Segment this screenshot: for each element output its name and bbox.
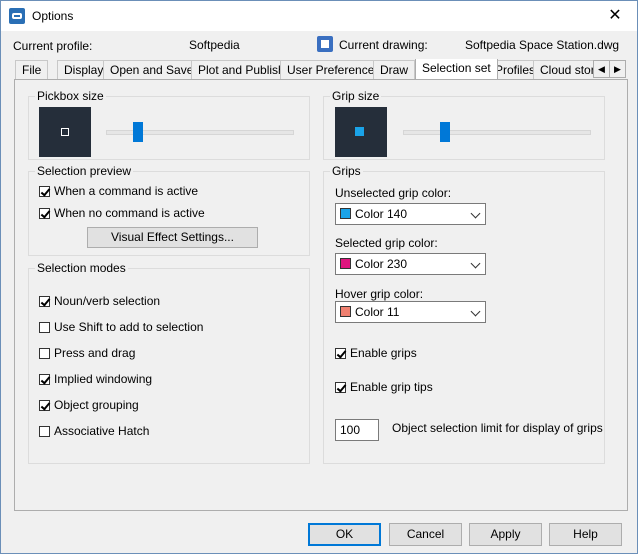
checkbox-label: Enable grip tips — [350, 380, 433, 394]
noun-verb-selection-checkbox[interactable]: Noun/verb selection — [39, 294, 160, 308]
tab-user-preferences[interactable]: User Preferences — [280, 60, 388, 79]
grip-size-group: Grip size — [323, 89, 605, 160]
checkbox-box[interactable] — [335, 381, 346, 393]
help-button[interactable]: Help — [549, 523, 622, 546]
checkbox-box[interactable] — [39, 347, 50, 359]
tab-selection-set[interactable]: Selection set — [415, 59, 498, 79]
checkbox-label: Enable grips — [350, 346, 417, 360]
drawing-file-icon — [317, 36, 333, 52]
select-value: Color 140 — [355, 207, 408, 221]
current-profile-label: Current profile: — [13, 39, 93, 53]
checkbox-box[interactable] — [335, 347, 346, 359]
current-profile-value: Softpedia — [189, 38, 240, 52]
pickbox-preview-square — [61, 128, 69, 136]
options-dialog: Options ✕ Current profile: Softpedia Cur… — [0, 0, 638, 554]
chevron-down-icon — [470, 208, 481, 219]
visual-effect-settings-button[interactable]: Visual Effect Settings... — [87, 227, 258, 248]
cancel-button[interactable]: Cancel — [389, 523, 462, 546]
select-value: Color 230 — [355, 257, 408, 271]
grips-title: Grips — [330, 164, 363, 178]
select-value: Color 11 — [355, 305, 400, 319]
checkbox-label: Implied windowing — [54, 372, 153, 386]
checkbox-label: When a command is active — [54, 184, 199, 198]
selection-modes-title: Selection modes — [35, 261, 128, 275]
tab-file[interactable]: File — [15, 60, 49, 79]
checkbox-label: Associative Hatch — [54, 424, 150, 438]
apply-button[interactable]: Apply — [469, 523, 542, 546]
close-icon[interactable]: ✕ — [593, 1, 637, 31]
current-drawing-label: Current drawing: — [339, 38, 428, 52]
checkbox-label: Press and drag — [54, 346, 136, 360]
color-swatch — [340, 208, 351, 219]
color-swatch — [340, 306, 351, 317]
tab-scroll-left-icon[interactable]: ◀ — [593, 60, 610, 78]
selected-grip-color-label: Selected grip color: — [335, 236, 438, 250]
enable-grip-tips-checkbox[interactable]: Enable grip tips — [335, 380, 433, 394]
object-grouping-checkbox[interactable]: Object grouping — [39, 398, 139, 412]
checkbox-label: Use Shift to add to selection — [54, 320, 204, 334]
checkbox-box[interactable] — [39, 373, 50, 385]
associative-hatch-checkbox[interactable]: Associative Hatch — [39, 424, 149, 438]
checkbox-label: When no command is active — [54, 206, 205, 220]
checkbox-box[interactable] — [39, 207, 50, 219]
tab-open-and-save[interactable]: Open and Save — [103, 60, 201, 79]
checkbox-box[interactable] — [39, 321, 50, 333]
selected-grip-color-select[interactable]: Color 230 — [335, 253, 486, 275]
pickbox-size-group: Pickbox size — [28, 89, 310, 160]
selection-preview-title: Selection preview — [35, 164, 134, 178]
chevron-down-icon — [470, 306, 481, 317]
grip-size-preview — [335, 107, 387, 157]
pickbox-preview — [39, 107, 91, 157]
grips-group: Grips Unselected grip color: Color 140 S… — [323, 164, 605, 464]
checkbox-box[interactable] — [39, 295, 50, 307]
grip-size-title: Grip size — [330, 89, 382, 103]
grip-selection-limit-input[interactable]: 100 — [335, 419, 379, 441]
pickbox-slider-thumb[interactable] — [133, 122, 143, 142]
app-icon — [9, 8, 25, 24]
grip-selection-limit-label: Object selection limit for display of gr… — [392, 421, 603, 435]
checkbox-box[interactable] — [39, 425, 50, 437]
tab-plot-and-publish[interactable]: Plot and Publish — [191, 60, 292, 79]
grip-size-slider-track[interactable] — [403, 130, 591, 135]
tab-draw[interactable]: Draw — [373, 60, 416, 79]
selection-set-page: Pickbox size Grip size Selection preview… — [14, 79, 628, 511]
tab-scroll-right-icon[interactable]: ▶ — [609, 60, 626, 78]
grip-preview-square — [355, 127, 364, 136]
selection-preview-group: Selection preview When a command is acti… — [28, 164, 310, 256]
grip-size-slider-thumb[interactable] — [440, 122, 450, 142]
when-command-active-checkbox[interactable]: When a command is active — [39, 184, 198, 198]
press-and-drag-checkbox[interactable]: Press and drag — [39, 346, 135, 360]
checkbox-label: Noun/verb selection — [54, 294, 161, 308]
chevron-down-icon — [470, 258, 481, 269]
ok-button[interactable]: OK — [308, 523, 381, 546]
color-swatch — [340, 258, 351, 269]
enable-grips-checkbox[interactable]: Enable grips — [335, 346, 417, 360]
title-bar[interactable]: Options ✕ — [1, 1, 637, 31]
current-drawing-value: Softpedia Space Station.dwg — [465, 38, 620, 52]
selection-modes-group: Selection modes Noun/verb selection Use … — [28, 261, 310, 464]
unselected-grip-color-label: Unselected grip color: — [335, 186, 452, 200]
pickbox-size-title: Pickbox size — [35, 89, 106, 103]
tab-cloud-storage[interactable]: Cloud stora — [533, 60, 595, 79]
implied-windowing-checkbox[interactable]: Implied windowing — [39, 372, 152, 386]
checkbox-label: Object grouping — [54, 398, 139, 412]
checkbox-box[interactable] — [39, 399, 50, 411]
hover-grip-color-select[interactable]: Color 11 — [335, 301, 486, 323]
use-shift-checkbox[interactable]: Use Shift to add to selection — [39, 320, 203, 334]
when-no-command-checkbox[interactable]: When no command is active — [39, 206, 205, 220]
tab-strip: File Display Open and Save Plot and Publ… — [15, 59, 595, 79]
hover-grip-color-label: Hover grip color: — [335, 287, 424, 301]
window-title: Options — [32, 9, 74, 23]
unselected-grip-color-select[interactable]: Color 140 — [335, 203, 486, 225]
checkbox-box[interactable] — [39, 185, 50, 197]
